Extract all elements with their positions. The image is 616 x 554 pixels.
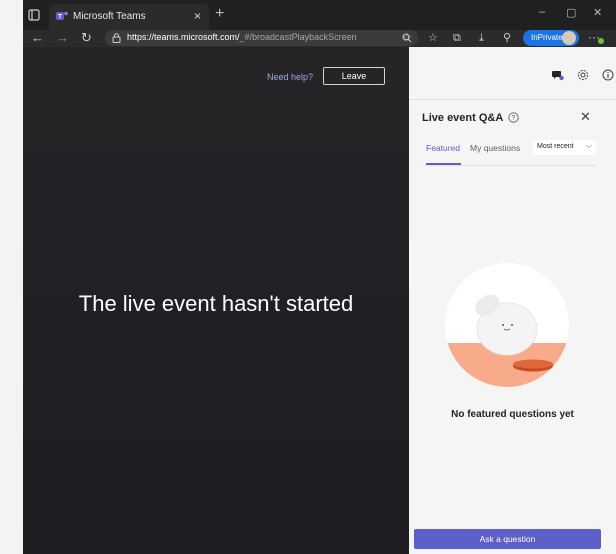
empty-state-illustration [445, 263, 569, 387]
svg-text:?: ? [512, 115, 516, 122]
tab-featured[interactable]: Featured [426, 143, 460, 153]
leave-button[interactable]: Leave [323, 67, 385, 85]
status-dot [598, 38, 604, 44]
event-status-text: The live event hasn't started [78, 291, 354, 316]
tab-close-icon[interactable]: × [194, 9, 201, 23]
browser-window: T Microsoft Teams × + – ▢ ✕ ← → ↻ https:… [23, 0, 616, 554]
tab-title: Microsoft Teams [73, 11, 146, 22]
downloads-icon[interactable]: ⤓ [479, 32, 484, 44]
favorites-icon[interactable]: ☆ [428, 32, 438, 44]
chevron-down-icon: ⌵ [585, 141, 592, 150]
need-help-link[interactable]: Need help? [267, 72, 313, 82]
close-panel-icon[interactable]: ✕ [580, 110, 591, 124]
close-window-icon[interactable]: ✕ [593, 6, 602, 19]
event-player: Need help? Leave The live event hasn't s… [23, 47, 409, 554]
tab-strip: T Microsoft Teams × + – ▢ ✕ [23, 0, 616, 30]
browser-tab[interactable]: T Microsoft Teams × [49, 4, 209, 30]
svg-text:T: T [58, 14, 62, 21]
empty-state-message: No featured questions yet [451, 409, 574, 420]
tab-actions-icon[interactable] [27, 8, 41, 22]
forward-icon[interactable]: → [56, 31, 69, 45]
panel-toolbar [409, 47, 616, 99]
collections-icon[interactable]: ⧉ [453, 32, 461, 44]
url-text: https://teams.microsoft.com/_#/broadcast… [127, 32, 357, 42]
help-icon[interactable]: ? [508, 112, 519, 123]
tabs-divider [422, 165, 596, 166]
settings-icon[interactable] [577, 69, 589, 81]
panel-divider [409, 99, 616, 100]
reload-icon[interactable]: ↻ [81, 31, 92, 45]
new-tab-icon[interactable]: + [215, 6, 224, 22]
maximize-icon[interactable]: ▢ [566, 6, 576, 19]
qa-panel: Live event Q&A ? ✕ Featured My questions… [409, 47, 616, 554]
ask-question-button[interactable]: Ask a question [414, 529, 601, 549]
address-bar[interactable]: https://teams.microsoft.com/_#/broadcast… [105, 30, 418, 46]
profile-avatar[interactable] [562, 31, 576, 45]
url-host: https://teams.microsoft.com/ [127, 32, 240, 42]
lock-icon[interactable] [112, 33, 121, 43]
teams-icon: T [56, 11, 68, 21]
address-bar-row: ← → ↻ https://teams.microsoft.com/_#/bro… [23, 30, 616, 47]
url-path: _#/broadcastPlaybackScreen [239, 32, 357, 42]
sort-value: Most recent [537, 143, 574, 150]
inprivate-label: InPrivate [531, 33, 563, 42]
minimize-icon[interactable]: – [539, 6, 545, 18]
back-icon[interactable]: ← [31, 31, 44, 45]
panel-title: Live event Q&A [422, 112, 504, 124]
favorites-add-icon[interactable]: ☆ [402, 32, 412, 44]
chat-icon[interactable] [552, 69, 564, 81]
tab-my-questions[interactable]: My questions [470, 143, 520, 153]
inprivate-badge[interactable]: InPrivate [523, 30, 579, 46]
sort-dropdown[interactable]: Most recent ⌵ [533, 140, 596, 155]
extensions-icon[interactable]: ⚲ [503, 32, 511, 44]
info-icon[interactable] [602, 69, 614, 81]
